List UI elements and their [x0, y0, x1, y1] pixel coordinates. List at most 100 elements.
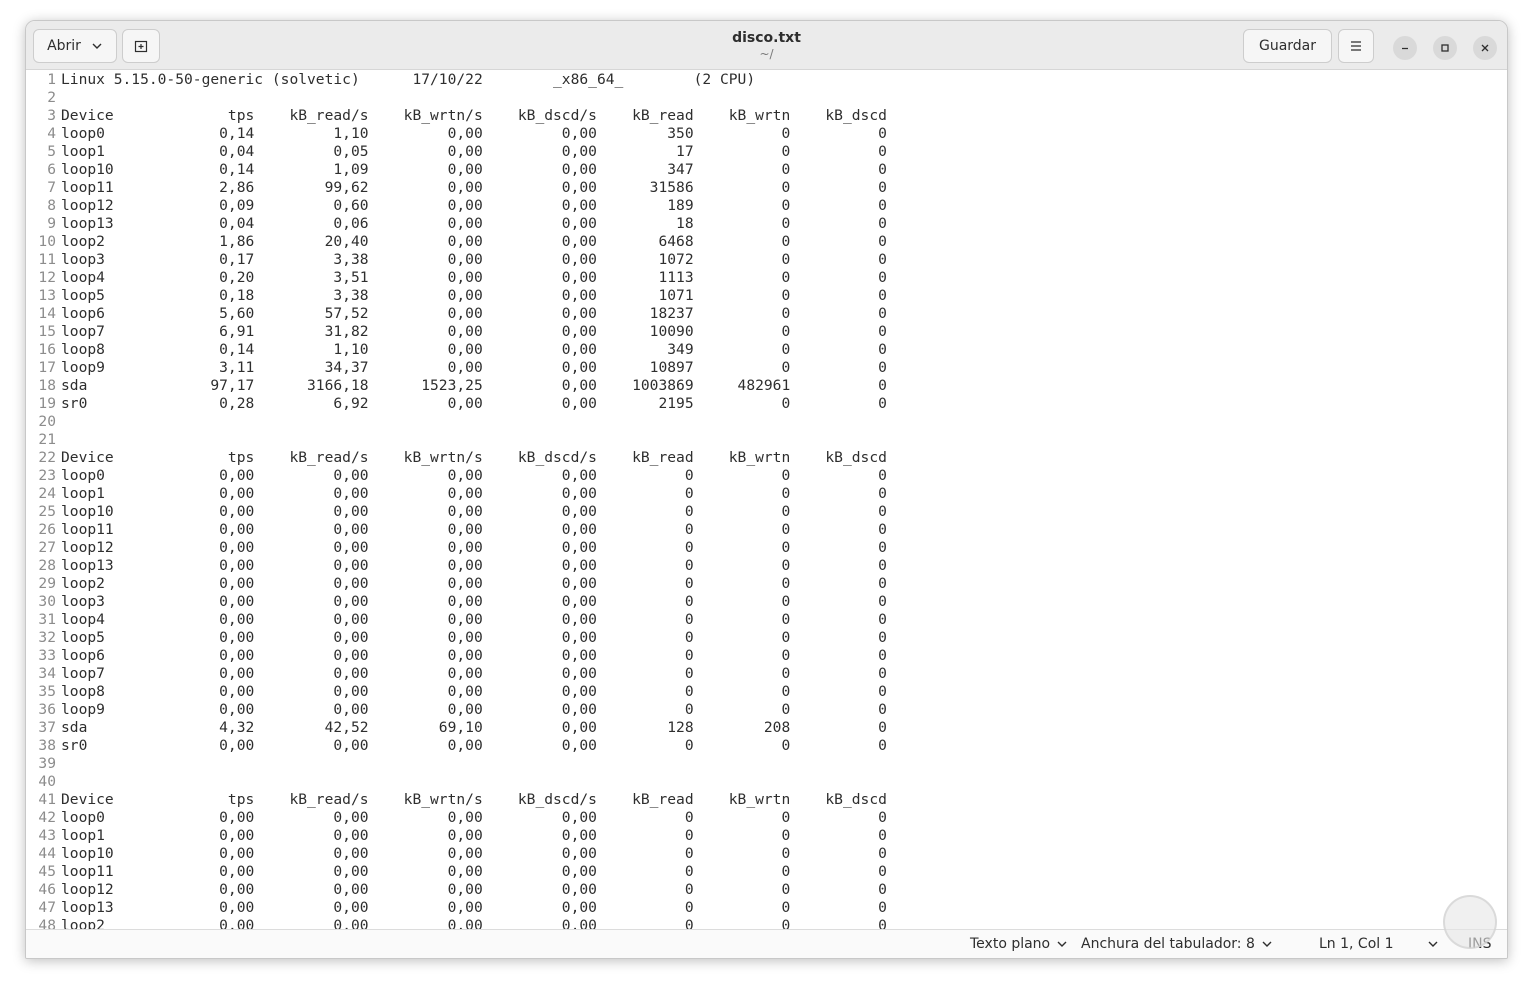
line-number: 23: [38, 467, 56, 484]
go-to-line-dropdown[interactable]: [1427, 935, 1439, 953]
text-line[interactable]: 33 loop6 0,00 0,00 0,00 0,00 0 0 0: [26, 647, 1507, 665]
text-line[interactable]: 23 loop0 0,00 0,00 0,00 0,00 0 0 0: [26, 467, 1507, 485]
line-number: 9: [47, 215, 56, 232]
text-line[interactable]: 37 sda 4,32 42,52 69,10 0,00 128 208 0: [26, 719, 1507, 737]
line-number: 34: [38, 665, 56, 682]
text-line[interactable]: 11 loop3 0,17 3,38 0,00 0,00 1072 0 0: [26, 251, 1507, 269]
text-line[interactable]: 21: [26, 431, 1507, 449]
text-line[interactable]: 9 loop13 0,04 0,06 0,00 0,00 18 0 0: [26, 215, 1507, 233]
cursor-position-label: Ln 1, Col 1: [1319, 936, 1394, 952]
save-button[interactable]: Guardar: [1243, 29, 1332, 63]
line-text: loop13 0,00 0,00 0,00 0,00 0 0 0: [61, 899, 887, 916]
text-line[interactable]: 1 Linux 5.15.0-50-generic (solvetic) 17/1…: [26, 71, 1507, 89]
line-number: 18: [38, 377, 56, 394]
line-number: 44: [38, 845, 56, 862]
text-line[interactable]: 19 sr0 0,28 6,92 0,00 0,00 2195 0 0: [26, 395, 1507, 413]
text-line[interactable]: 42 loop0 0,00 0,00 0,00 0,00 0 0 0: [26, 809, 1507, 827]
line-number: 7: [47, 179, 56, 196]
text-line[interactable]: 29 loop2 0,00 0,00 0,00 0,00 0 0 0: [26, 575, 1507, 593]
minimize-button[interactable]: [1393, 36, 1417, 60]
text-line[interactable]: 28 loop13 0,00 0,00 0,00 0,00 0 0 0: [26, 557, 1507, 575]
text-line[interactable]: 5 loop1 0,04 0,05 0,00 0,00 17 0 0: [26, 143, 1507, 161]
line-text: loop5 0,18 3,38 0,00 0,00 1071 0 0: [61, 287, 887, 304]
text-line[interactable]: 27 loop12 0,00 0,00 0,00 0,00 0 0 0: [26, 539, 1507, 557]
line-text: loop9 0,00 0,00 0,00 0,00 0 0 0: [61, 701, 887, 718]
header-bar: Abrir disco.txt ~/ Guardar: [26, 21, 1507, 70]
text-line[interactable]: 16 loop8 0,14 1,10 0,00 0,00 349 0 0: [26, 341, 1507, 359]
text-line[interactable]: 44 loop10 0,00 0,00 0,00 0,00 0 0 0: [26, 845, 1507, 863]
text-line[interactable]: 20: [26, 413, 1507, 431]
text-line[interactable]: 15 loop7 6,91 31,82 0,00 0,00 10090 0 0: [26, 323, 1507, 341]
line-number: 45: [38, 863, 56, 880]
line-number: 37: [38, 719, 56, 736]
line-text: Device tps kB_read/s kB_wrtn/s kB_dscd/s…: [61, 791, 887, 808]
language-label: Texto plano: [970, 936, 1051, 952]
line-number: 33: [38, 647, 56, 664]
language-selector[interactable]: Texto plano: [970, 935, 1068, 953]
tab-width-selector[interactable]: Anchura del tabulador: 8: [1081, 935, 1273, 953]
line-text: loop11 0,00 0,00 0,00 0,00 0 0 0: [61, 863, 887, 880]
line-text: loop1 0,00 0,00 0,00 0,00 0 0 0: [61, 827, 887, 844]
text-line[interactable]: 10 loop2 1,86 20,40 0,00 0,00 6468 0 0: [26, 233, 1507, 251]
text-line[interactable]: 40: [26, 773, 1507, 791]
line-text: loop1 0,04 0,05 0,00 0,00 17 0 0: [61, 143, 887, 160]
text-line[interactable]: 4 loop0 0,14 1,10 0,00 0,00 350 0 0: [26, 125, 1507, 143]
line-number: 25: [38, 503, 56, 520]
text-line[interactable]: 43 loop1 0,00 0,00 0,00 0,00 0 0 0: [26, 827, 1507, 845]
line-text: sr0 0,28 6,92 0,00 0,00 2195 0 0: [61, 395, 887, 412]
text-line[interactable]: 30 loop3 0,00 0,00 0,00 0,00 0 0 0: [26, 593, 1507, 611]
line-text: loop12 0,09 0,60 0,00 0,00 189 0 0: [61, 197, 887, 214]
line-text: loop8 0,00 0,00 0,00 0,00 0 0 0: [61, 683, 887, 700]
text-line[interactable]: 24 loop1 0,00 0,00 0,00 0,00 0 0 0: [26, 485, 1507, 503]
text-line[interactable]: 2: [26, 89, 1507, 107]
line-text: loop10 0,14 1,09 0,00 0,00 347 0 0: [61, 161, 887, 178]
line-number: 16: [38, 341, 56, 358]
maximize-button[interactable]: [1433, 36, 1457, 60]
line-number: 41: [38, 791, 56, 808]
text-line[interactable]: 8 loop12 0,09 0,60 0,00 0,00 189 0 0: [26, 197, 1507, 215]
line-text: loop4 0,00 0,00 0,00 0,00 0 0 0: [61, 611, 887, 628]
text-line[interactable]: 39: [26, 755, 1507, 773]
line-number: 28: [38, 557, 56, 574]
line-number: 39: [38, 755, 56, 772]
text-line[interactable]: 41 Device tps kB_read/s kB_wrtn/s kB_dscd…: [26, 791, 1507, 809]
text-line[interactable]: 45 loop11 0,00 0,00 0,00 0,00 0 0 0: [26, 863, 1507, 881]
text-line[interactable]: 6 loop10 0,14 1,09 0,00 0,00 347 0 0: [26, 161, 1507, 179]
line-text: Linux 5.15.0-50-generic (solvetic) 17/10…: [61, 71, 756, 88]
line-text: loop8 0,14 1,10 0,00 0,00 349 0 0: [61, 341, 887, 358]
line-text: sda 4,32 42,52 69,10 0,00 128 208 0: [61, 719, 887, 736]
cursor-position[interactable]: Ln 1, Col 1: [1319, 935, 1394, 953]
line-text: loop11 0,00 0,00 0,00 0,00 0 0 0: [61, 521, 887, 538]
text-line[interactable]: 7 loop11 2,86 99,62 0,00 0,00 31586 0 0: [26, 179, 1507, 197]
line-number: 15: [38, 323, 56, 340]
text-line[interactable]: 17 loop9 3,11 34,37 0,00 0,00 10897 0 0: [26, 359, 1507, 377]
status-bar: Texto plano Anchura del tabulador: 8 Ln …: [26, 929, 1507, 958]
text-line[interactable]: 36 loop9 0,00 0,00 0,00 0,00 0 0 0: [26, 701, 1507, 719]
text-line[interactable]: 14 loop6 5,60 57,52 0,00 0,00 18237 0 0: [26, 305, 1507, 323]
text-line[interactable]: 12 loop4 0,20 3,51 0,00 0,00 1113 0 0: [26, 269, 1507, 287]
line-number: 11: [38, 251, 56, 268]
line-number: 20: [38, 413, 56, 430]
text-line[interactable]: 18 sda 97,17 3166,18 1523,25 0,00 1003869…: [26, 377, 1507, 395]
text-line[interactable]: 3 Device tps kB_read/s kB_wrtn/s kB_dscd/…: [26, 107, 1507, 125]
line-text: sr0 0,00 0,00 0,00 0,00 0 0 0: [61, 737, 887, 754]
text-editor-area[interactable]: 1 Linux 5.15.0-50-generic (solvetic) 17/1…: [26, 71, 1507, 931]
text-line[interactable]: 34 loop7 0,00 0,00 0,00 0,00 0 0 0: [26, 665, 1507, 683]
text-line[interactable]: 32 loop5 0,00 0,00 0,00 0,00 0 0 0: [26, 629, 1507, 647]
text-line[interactable]: 25 loop10 0,00 0,00 0,00 0,00 0 0 0: [26, 503, 1507, 521]
line-text: loop0 0,14 1,10 0,00 0,00 350 0 0: [61, 125, 887, 142]
text-line[interactable]: 47 loop13 0,00 0,00 0,00 0,00 0 0 0: [26, 899, 1507, 917]
text-line[interactable]: 22 Device tps kB_read/s kB_wrtn/s kB_dscd…: [26, 449, 1507, 467]
line-number: 4: [47, 125, 56, 142]
line-text: Device tps kB_read/s kB_wrtn/s kB_dscd/s…: [61, 107, 887, 124]
line-text: loop7 0,00 0,00 0,00 0,00 0 0 0: [61, 665, 887, 682]
text-line[interactable]: 46 loop12 0,00 0,00 0,00 0,00 0 0 0: [26, 881, 1507, 899]
text-line[interactable]: 31 loop4 0,00 0,00 0,00 0,00 0 0 0: [26, 611, 1507, 629]
close-button[interactable]: [1473, 36, 1497, 60]
text-line[interactable]: 38 sr0 0,00 0,00 0,00 0,00 0 0 0: [26, 737, 1507, 755]
text-line[interactable]: 26 loop11 0,00 0,00 0,00 0,00 0 0 0: [26, 521, 1507, 539]
menu-button[interactable]: [1338, 29, 1374, 63]
text-line[interactable]: 13 loop5 0,18 3,38 0,00 0,00 1071 0 0: [26, 287, 1507, 305]
text-line[interactable]: 35 loop8 0,00 0,00 0,00 0,00 0 0 0: [26, 683, 1507, 701]
watermark-logo: [1443, 895, 1497, 949]
